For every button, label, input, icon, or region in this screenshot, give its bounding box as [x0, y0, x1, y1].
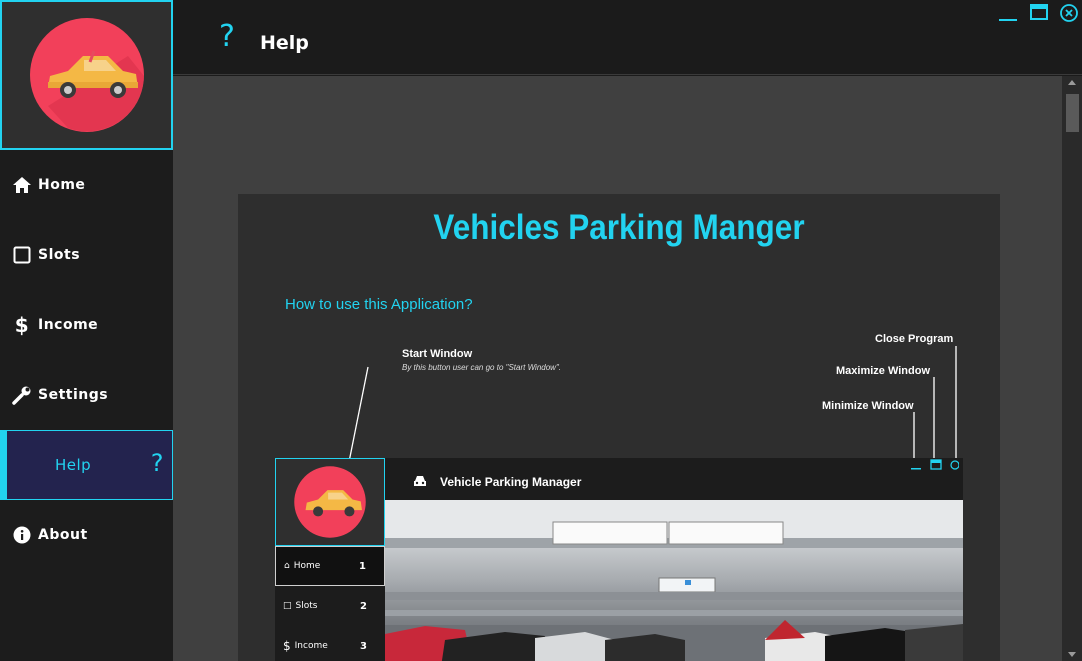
preview-nav-number: 1: [359, 560, 366, 572]
sidebar-item-slots[interactable]: Slots: [0, 220, 173, 290]
preview-window-controls: [911, 459, 959, 470]
dollar-icon: $: [14, 313, 30, 337]
app-preview-image: ⌂ Home 1 □ Slots 2 $ Income 3 Vehicle Pa…: [275, 458, 963, 661]
question-icon: ?: [150, 449, 164, 477]
preview-header: Vehicle Parking Manager: [385, 458, 963, 500]
maximize-button[interactable]: [1029, 3, 1049, 23]
dollar-icon: $: [283, 639, 291, 653]
sidebar-item-label: Income: [38, 317, 99, 333]
help-content: Vehicles Parking Manger How to use this …: [173, 76, 1062, 661]
question-icon: ?: [219, 19, 235, 54]
sidebar-item-settings[interactable]: Settings: [0, 360, 173, 430]
sidebar-item-income[interactable]: $ Income: [0, 290, 173, 360]
home-icon: [12, 175, 32, 195]
square-icon: [12, 245, 32, 265]
scroll-thumb[interactable]: [1066, 94, 1079, 132]
sidebar-item-label: About: [38, 527, 88, 543]
info-icon: [12, 525, 32, 545]
sidebar-item-label: Slots: [38, 247, 81, 263]
car-logo-icon: [294, 466, 366, 538]
help-panel: Vehicles Parking Manger How to use this …: [238, 194, 1000, 661]
scroll-down-arrow-icon[interactable]: [1068, 652, 1076, 657]
preview-nav-income: $ Income 3: [275, 626, 385, 661]
preview-nav-number: 2: [360, 600, 367, 612]
sidebar-item-label: Help: [55, 456, 92, 474]
parking-garage-photo: [385, 500, 963, 661]
vertical-scrollbar[interactable]: [1062, 76, 1082, 661]
preview-logo: [275, 458, 385, 546]
car-logo-icon: [29, 18, 144, 132]
annotation-start-window: Start Window: [402, 348, 473, 360]
preview-nav-label: Income: [294, 641, 328, 651]
sidebar-item-label: Settings: [38, 387, 109, 403]
preview-nav-label: Slots: [295, 601, 318, 611]
maximize-icon: [1030, 4, 1048, 20]
preview-nav-label: Home: [293, 561, 321, 571]
wrench-icon: [12, 385, 32, 405]
sidebar: Home Slots $ Income Settings Help ? Abou…: [0, 0, 173, 661]
preview-title: Vehicle Parking Manager: [440, 475, 582, 489]
sidebar-item-label: Home: [38, 177, 86, 193]
sidebar-item-about[interactable]: About: [0, 500, 173, 570]
annotation-maximize-window: Maximize Window: [836, 365, 931, 377]
preview-nav-slots: □ Slots 2: [275, 586, 385, 626]
annotation-close-program: Close Program: [875, 333, 954, 345]
square-icon: □: [283, 601, 292, 611]
minimize-icon: [999, 19, 1017, 21]
sidebar-item-home[interactable]: Home: [0, 150, 173, 220]
car-icon: [414, 476, 426, 486]
minimize-button[interactable]: [998, 3, 1018, 23]
preview-nav-number: 3: [360, 640, 367, 652]
close-icon: [1060, 4, 1078, 22]
preview-nav-home: ⌂ Home 1: [275, 546, 385, 586]
annotation-start-window-desc: By this button user can go to "Start Win…: [402, 363, 562, 372]
scroll-up-arrow-icon[interactable]: [1068, 80, 1076, 85]
page-title: Help: [260, 32, 309, 54]
annotation-minimize-window: Minimize Window: [822, 400, 914, 412]
app-logo[interactable]: [0, 0, 173, 150]
sidebar-item-help[interactable]: Help ?: [0, 430, 173, 500]
close-button[interactable]: [1059, 3, 1079, 23]
page-header: ? Help: [173, 0, 1082, 75]
home-icon: ⌂: [284, 561, 290, 571]
